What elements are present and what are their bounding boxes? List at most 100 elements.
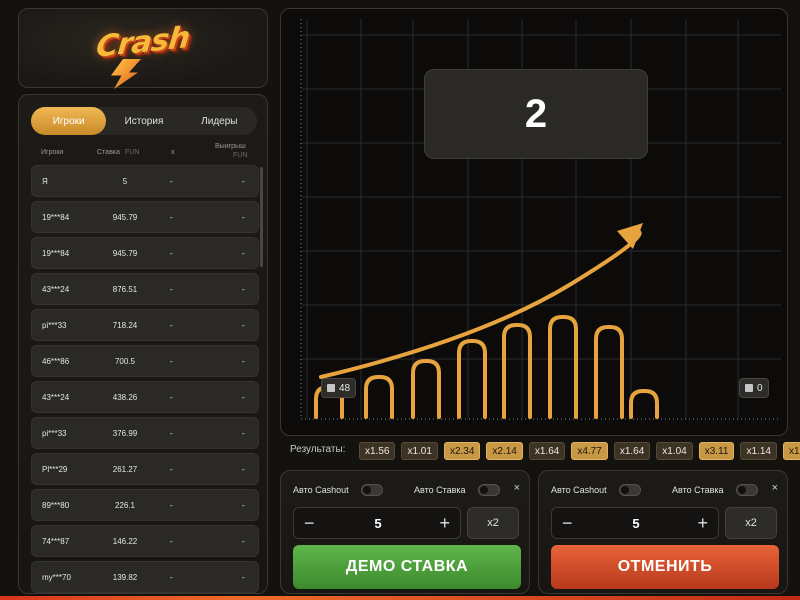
auto-bet-label: Авто Ставка [672,485,724,495]
player-bet: 5 [122,177,128,186]
col-players: Игроки [41,149,64,156]
player-bet: 376.99 [112,429,138,438]
result-chip[interactable]: x1.14 [740,442,777,460]
result-chip[interactable]: x1. [782,442,800,460]
player-bet: 945.79 [112,249,138,258]
player-multiplier: - [170,357,173,366]
close-icon[interactable]: × [772,482,778,494]
cash-count: 0 [757,382,763,394]
player-name: pi***33 [42,429,67,438]
table-row: 74***87 146.22 - - [31,525,259,557]
result-chip[interactable]: x1.04 [656,442,693,460]
arch-bar [457,339,487,419]
rising-arrow [319,228,642,379]
double-bet-button[interactable]: x2 [467,507,519,539]
auto-cashout-toggle[interactable] [619,484,641,496]
table-row: Pl***29 261.27 - - [31,453,259,485]
result-chip[interactable]: x1.64 [613,442,651,460]
player-bet: 226.1 [114,501,136,510]
tab-history[interactable]: История [106,107,181,135]
lightning-icon [111,59,141,89]
table-row: pi***33 376.99 - - [31,417,259,449]
player-multiplier: - [170,213,173,222]
col-bet: Ставка [97,149,120,156]
tab-leaders[interactable]: Лидеры [182,107,257,135]
player-bet: 438.26 [112,393,138,402]
table-row: 43***24 876.51 - - [31,273,259,305]
table-row: 19***84 945.79 - - [31,201,259,233]
tab-players[interactable]: Игроки [31,107,107,135]
auto-bet-toggle[interactable] [478,484,500,496]
bet-panel-left: Авто Cashout Авто Ставка × − 5 + x2 ДЕМО… [280,470,530,594]
bet-panel-right: Авто Cashout Авто Ставка × − 5 + x2 ОТМЕ… [538,470,788,594]
table-row: 46***86 700.5 - - [31,345,259,377]
crash-logo: Crash [94,20,191,65]
player-win: - [242,285,245,294]
player-multiplier: - [170,537,173,546]
player-win: - [242,321,245,330]
decrease-bet-button[interactable]: − [304,513,315,534]
close-icon[interactable]: × [514,482,520,494]
double-bet-button[interactable]: x2 [725,507,777,539]
auto-cashout-toggle[interactable] [361,484,383,496]
player-win: - [242,573,245,582]
players-table-header: Игроки Ставка FUN x Выигрыш FUN [31,143,257,165]
player-bet: 700.5 [114,357,136,366]
auto-cashout-label: Авто Cashout [293,485,349,495]
bet-amount-stepper: − 5 + [551,507,719,539]
bet-amount-value[interactable]: 5 [602,516,670,531]
player-name: 43***24 [42,393,70,402]
player-win: - [242,537,245,546]
players-scrollbar[interactable] [260,167,263,267]
col-multiplier: x [171,149,175,156]
player-bet: 139.82 [112,573,138,582]
player-name: Я [42,177,48,186]
bottom-accent-bar [0,596,800,600]
arch-bar [629,389,659,419]
player-name: Pl***29 [42,465,68,474]
result-chip[interactable]: x2.14 [486,442,523,460]
result-chip[interactable]: x1.01 [401,442,438,460]
cash-count-badge: 0 [739,378,769,398]
results-list: x1.56 x1.01 x2.34 x2.14 x1.64 x4.77 x1.64 x1.04… [359,441,800,460]
table-row: pi***33 718.24 - - [31,309,259,341]
player-multiplier: - [170,429,173,438]
bet-amount-value[interactable]: 5 [344,516,412,531]
auto-cashout-label: Авто Cashout [551,485,607,495]
players-panel: Игроки История Лидеры Игроки Ставка FUN … [18,94,268,594]
table-row: my***70 139.82 - - [31,561,259,593]
auto-bet-toggle[interactable] [736,484,758,496]
table-row: 89***80 226.1 - - [31,489,259,521]
col-win: Выигрыш [215,143,246,150]
player-win: - [242,501,245,510]
game-panel: 2 48 0 [280,8,788,436]
player-win: - [242,357,245,366]
decrease-bet-button[interactable]: − [562,513,573,534]
result-chip[interactable]: x2.34 [443,442,481,460]
player-name: 74***87 [42,537,70,546]
player-win: - [242,177,245,186]
increase-bet-button[interactable]: + [439,513,450,534]
result-chip[interactable]: x3.11 [698,442,735,460]
player-name: my***70 [42,573,71,582]
player-name: 43***24 [42,285,70,294]
table-row: 19***84 945.79 - - [31,237,259,269]
result-chip[interactable]: x1.64 [528,442,566,460]
results-label: Результаты: [290,444,346,455]
players-count: 48 [339,382,351,394]
player-multiplier: - [170,465,173,474]
result-chip[interactable]: x1.56 [359,442,396,460]
players-list: Я 5- -19***84 945.79- -19***84 945.79- -43***2… [31,165,259,593]
increase-bet-button[interactable]: + [697,513,708,534]
cancel-bet-button[interactable]: ОТМЕНИТЬ [551,545,779,589]
bet-amount-stepper: − 5 + [293,507,461,539]
player-win: - [242,249,245,258]
players-tabs: Игроки История Лидеры [31,107,257,135]
result-chip[interactable]: x4.77 [571,442,608,460]
player-multiplier: - [170,501,173,510]
player-name: 19***84 [42,213,70,222]
player-bet: 146.22 [112,537,138,546]
demo-bet-button[interactable]: ДЕМО СТАВКА [293,545,521,589]
player-bet: 261.27 [112,465,138,474]
player-win: - [242,465,245,474]
